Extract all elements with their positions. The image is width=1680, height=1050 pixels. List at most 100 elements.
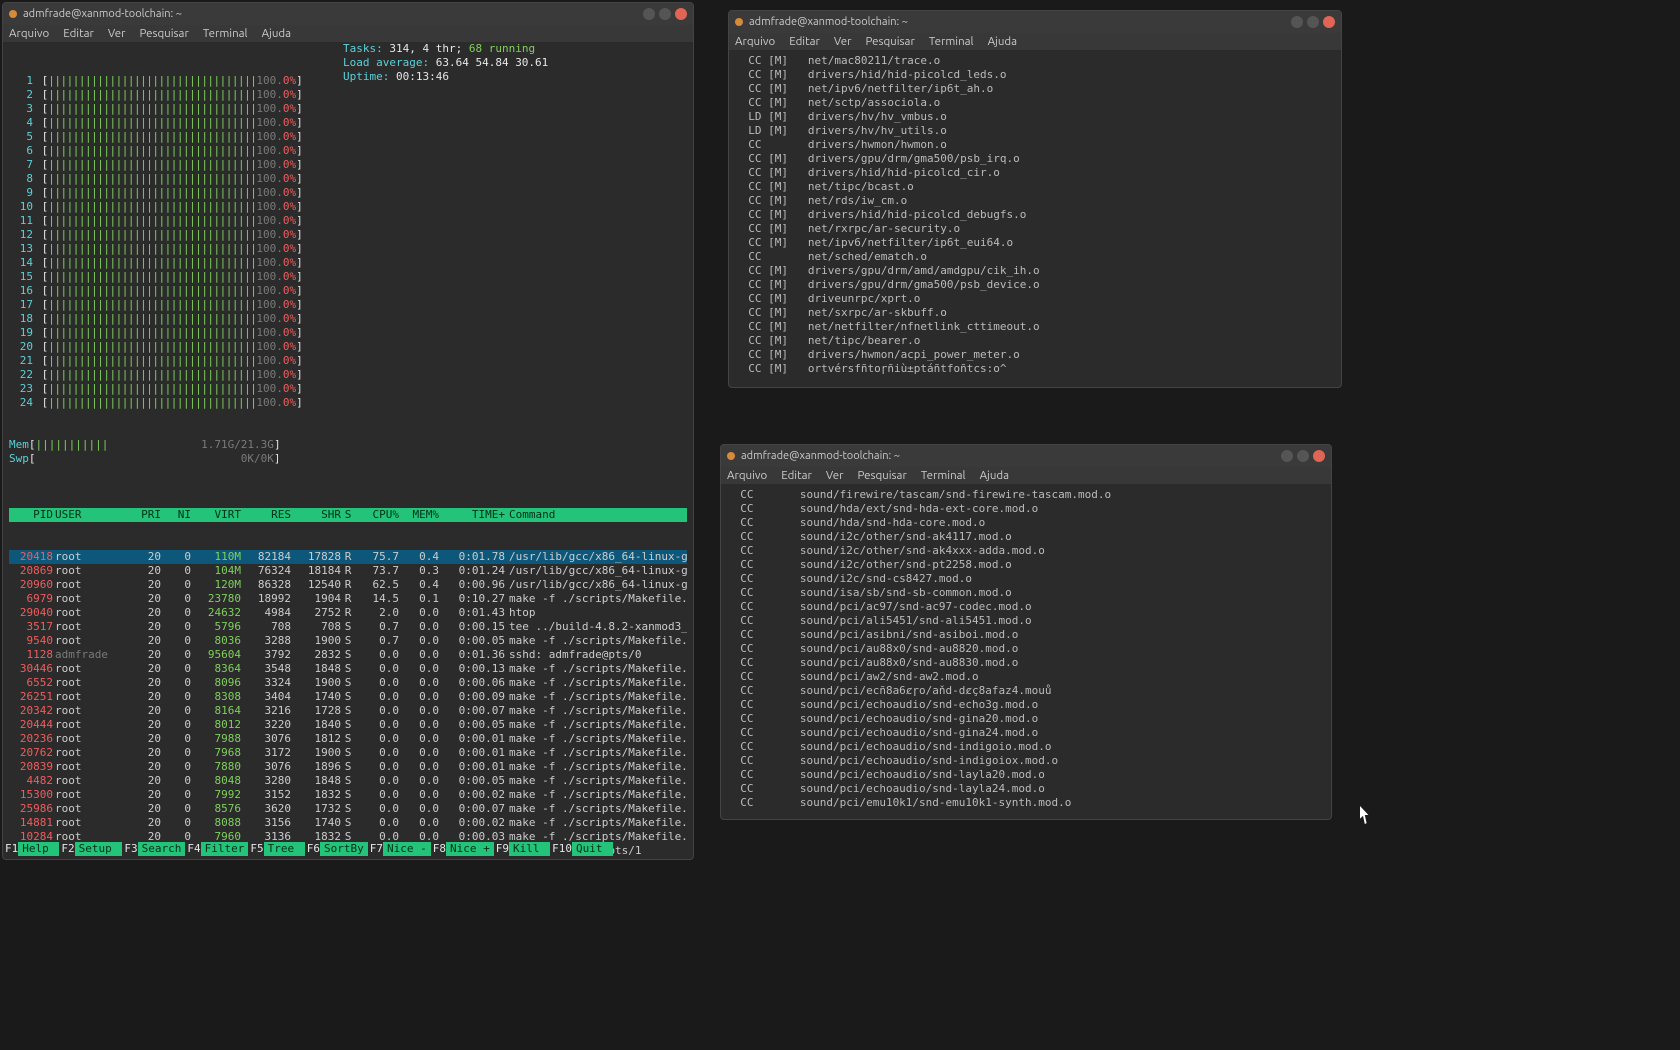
col-header-pri[interactable]: PRI <box>125 508 161 522</box>
process-row[interactable]: 9540root200803632881900S0.70.00:00.05mak… <box>9 634 687 648</box>
fkey-f6[interactable]: F6 <box>305 842 320 856</box>
process-row[interactable]: 20839root200788030761896S0.00.00:00.01ma… <box>9 760 687 774</box>
menu-editar[interactable]: Editar <box>63 27 94 40</box>
col-header-ni[interactable]: NI <box>161 508 191 522</box>
fkey-f8[interactable]: F8 <box>431 842 446 856</box>
terminal-output[interactable]: CC sound/firewire/tascam/snd-firewire-ta… <box>721 484 1331 814</box>
fkey-label[interactable]: Kill <box>509 842 550 856</box>
process-row[interactable]: 15300root200799231521832S0.00.00:00.02ma… <box>9 788 687 802</box>
process-row[interactable]: 26251root200830834041740S0.00.00:00.09ma… <box>9 690 687 704</box>
terminal-output[interactable]: CC [M] net/mac80211/trace.o CC [M] drive… <box>729 50 1341 380</box>
process-row[interactable]: 20762root200796831721900S0.00.00:00.01ma… <box>9 746 687 760</box>
menu-pesquisar[interactable]: Pesquisar <box>865 35 914 48</box>
build-line: CC [M] net/tipc/bearer.o <box>735 334 1335 348</box>
col-header-command[interactable]: Command <box>505 508 687 522</box>
fkey-bar[interactable]: F1Help F2Setup F3SearchF4FilterF5Tree F6… <box>3 842 693 856</box>
col-header-s[interactable]: S <box>341 508 355 522</box>
col-header-pid[interactable]: PID <box>9 508 55 522</box>
terminal-body[interactable]: 1 [||||||||||||||||||||||||||||||||||100… <box>3 42 693 856</box>
cpu-bar-23: 23 [||||||||||||||||||||||||||||||||||10… <box>9 382 687 396</box>
menu-ver[interactable]: Ver <box>826 469 844 482</box>
menubar[interactable]: Arquivo Editar Ver Pesquisar Terminal Ajuda <box>721 467 1331 484</box>
fkey-label[interactable]: Setup <box>75 842 123 856</box>
maximize-button[interactable] <box>1297 450 1309 462</box>
menu-arquivo[interactable]: Arquivo <box>735 35 775 48</box>
build-terminal-2[interactable]: admfrade@xanmod-toolchain: ~ Arquivo Edit… <box>720 444 1332 820</box>
build-line: CC [M] drivers/hid/hid-picolcd_leds.o <box>735 68 1335 82</box>
col-header-mem[interactable]: MEM% <box>399 508 439 522</box>
menu-terminal[interactable]: Terminal <box>921 469 966 482</box>
fkey-f3[interactable]: F3 <box>122 842 137 856</box>
fkey-f1[interactable]: F1 <box>3 842 18 856</box>
col-header-virt[interactable]: VIRT <box>191 508 241 522</box>
col-header-user[interactable]: USER <box>55 508 125 522</box>
col-header-time[interactable]: TIME+ <box>439 508 505 522</box>
process-table[interactable]: 20418root200110M8218417828R75.70.40:01.7… <box>9 550 687 856</box>
menu-terminal[interactable]: Terminal <box>929 35 974 48</box>
close-button[interactable] <box>1313 450 1325 462</box>
fkey-f5[interactable]: F5 <box>248 842 263 856</box>
col-header-cpu[interactable]: CPU% <box>355 508 399 522</box>
build-terminal-1[interactable]: admfrade@xanmod-toolchain: ~ Arquivo Edit… <box>728 10 1342 388</box>
fkey-label[interactable]: Tree <box>264 842 305 856</box>
minimize-button[interactable] <box>1291 16 1303 28</box>
process-row[interactable]: 30446root200836435481848S0.00.00:00.13ma… <box>9 662 687 676</box>
process-row[interactable]: 20236root200798830761812S0.00.00:00.01ma… <box>9 732 687 746</box>
menu-arquivo[interactable]: Arquivo <box>9 27 49 40</box>
maximize-button[interactable] <box>659 8 671 20</box>
menu-pesquisar[interactable]: Pesquisar <box>139 27 188 40</box>
menubar[interactable]: Arquivo Editar Ver Pesquisar Terminal Ajuda <box>3 25 693 42</box>
fkey-f9[interactable]: F9 <box>494 842 509 856</box>
process-row[interactable]: 6552root200809633241900S0.00.00:00.06mak… <box>9 676 687 690</box>
close-button[interactable] <box>1323 16 1335 28</box>
col-header-shr[interactable]: SHR <box>291 508 341 522</box>
process-row[interactable]: 29040root2002463249842752R2.00.00:01.43h… <box>9 606 687 620</box>
process-row[interactable]: 14881root200808831561740S0.00.00:00.02ma… <box>9 816 687 830</box>
fkey-label[interactable]: Quit <box>572 842 613 856</box>
process-row[interactable]: 4482root200804832801848S0.00.00:00.05mak… <box>9 774 687 788</box>
process-row[interactable]: 3517root2005796708708S0.70.00:00.15tee .… <box>9 620 687 634</box>
process-row[interactable]: 20444root200801232201840S0.00.00:00.05ma… <box>9 718 687 732</box>
titlebar[interactable]: admfrade@xanmod-toolchain: ~ <box>729 11 1341 33</box>
fkey-f2[interactable]: F2 <box>59 842 74 856</box>
maximize-button[interactable] <box>1307 16 1319 28</box>
cpu-bar-11: 11 [||||||||||||||||||||||||||||||||||10… <box>9 214 687 228</box>
build-line: CC sound/firewire/tascam/snd-firewire-ta… <box>727 488 1325 502</box>
process-row[interactable]: 6979root20023780189921904R14.50.10:10.27… <box>9 592 687 606</box>
build-line: CC sound/hda/snd-hda-core.mod.o <box>727 516 1325 530</box>
fkey-f4[interactable]: F4 <box>185 842 200 856</box>
menu-ver[interactable]: Ver <box>834 35 852 48</box>
menu-ver[interactable]: Ver <box>108 27 126 40</box>
menu-ajuda[interactable]: Ajuda <box>988 35 1017 48</box>
menu-editar[interactable]: Editar <box>781 469 812 482</box>
process-row[interactable]: 20960root200120M8632812540R62.50.40:00.9… <box>9 578 687 592</box>
minimize-button[interactable] <box>643 8 655 20</box>
fkey-label[interactable]: Nice + <box>446 842 494 856</box>
fkey-label[interactable]: SortBy <box>320 842 368 856</box>
menu-arquivo[interactable]: Arquivo <box>727 469 767 482</box>
fkey-label[interactable]: Search <box>138 842 186 856</box>
menu-editar[interactable]: Editar <box>789 35 820 48</box>
process-row[interactable]: 20418root200110M8218417828R75.70.40:01.7… <box>9 550 687 564</box>
menu-ajuda[interactable]: Ajuda <box>980 469 1009 482</box>
col-header-res[interactable]: RES <box>241 508 291 522</box>
process-row[interactable]: 20869root200104M7632418184R73.70.30:01.2… <box>9 564 687 578</box>
process-row[interactable]: 25986root200857636201732S0.00.00:00.07ma… <box>9 802 687 816</box>
fkey-label[interactable]: Nice - <box>383 842 431 856</box>
process-row[interactable]: 20342root200816432161728S0.00.00:00.07ma… <box>9 704 687 718</box>
fkey-label[interactable]: Filter <box>201 842 249 856</box>
process-table-header[interactable]: PIDUSERPRINIVIRTRESSHRSCPU%MEM%TIME+Comm… <box>9 508 687 522</box>
menu-terminal[interactable]: Terminal <box>203 27 248 40</box>
menu-ajuda[interactable]: Ajuda <box>262 27 291 40</box>
close-button[interactable] <box>675 8 687 20</box>
minimize-button[interactable] <box>1281 450 1293 462</box>
fkey-label[interactable]: Help <box>18 842 59 856</box>
process-row[interactable]: 1128admfrade2009560437922832S0.00.00:01.… <box>9 648 687 662</box>
fkey-f10[interactable]: F10 <box>550 842 572 856</box>
menu-pesquisar[interactable]: Pesquisar <box>857 469 906 482</box>
titlebar[interactable]: admfrade@xanmod-toolchain: ~ <box>3 3 693 25</box>
titlebar[interactable]: admfrade@xanmod-toolchain: ~ <box>721 445 1331 467</box>
menubar[interactable]: Arquivo Editar Ver Pesquisar Terminal Ajuda <box>729 33 1341 50</box>
fkey-f7[interactable]: F7 <box>368 842 383 856</box>
htop-terminal-window[interactable]: admfrade@xanmod-toolchain: ~ Arquivo Edit… <box>2 2 694 860</box>
